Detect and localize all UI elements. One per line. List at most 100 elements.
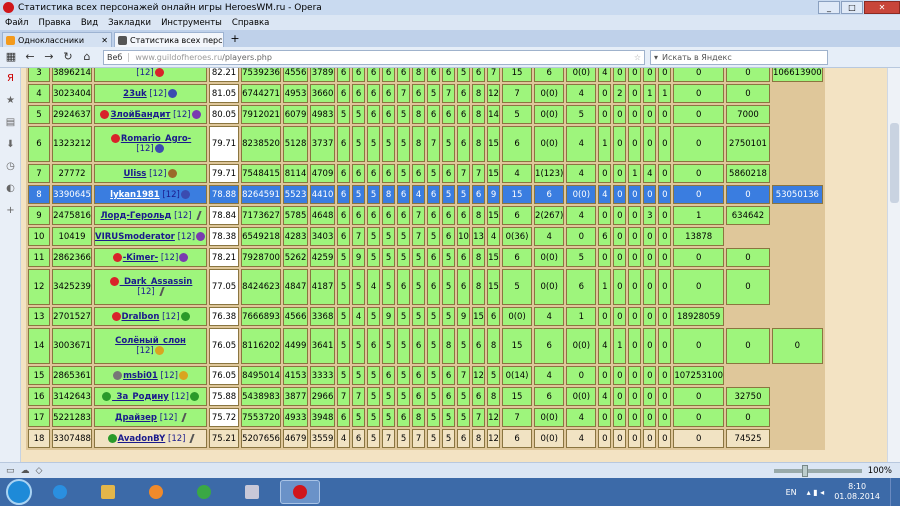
- stat-cell: 6: [352, 429, 366, 448]
- player-nick-link[interactable]: Romario_Agro-: [121, 134, 191, 144]
- stat-cell: 4259: [310, 248, 336, 267]
- status-info-icon[interactable]: ◇: [36, 466, 43, 476]
- language-indicator[interactable]: EN: [786, 488, 797, 497]
- close-button[interactable]: ✕: [864, 1, 900, 14]
- tray-icons[interactable]: ▴ ▮ ◂: [807, 488, 825, 497]
- player-nick-link[interactable]: Uliss: [124, 169, 147, 179]
- score-cell: 78.38: [209, 227, 240, 246]
- zoom-slider-knob[interactable]: [801, 464, 808, 477]
- menu-tools[interactable]: Инструменты: [161, 18, 222, 28]
- internet-explorer-taskbar-icon[interactable]: [40, 480, 80, 504]
- forward-arrow-icon[interactable]: →: [41, 49, 57, 65]
- clock[interactable]: 8:10 01.08.2014: [834, 482, 880, 502]
- stat-cell: 6: [337, 164, 351, 183]
- opera-taskbar-icon[interactable]: [280, 480, 320, 504]
- stat-cell: 5: [442, 307, 456, 326]
- stat-cell: 5785: [283, 206, 309, 225]
- address-bar[interactable]: Веб www.guildofheroes.ru /players.php ☆: [103, 49, 645, 65]
- menu-file[interactable]: Файл: [5, 18, 28, 28]
- player-nick-link[interactable]: Солёный_слон: [115, 336, 186, 346]
- reload-icon[interactable]: ↻: [60, 49, 76, 65]
- speed-dial-icon[interactable]: ▦: [3, 49, 19, 65]
- guild-icon: [102, 391, 112, 401]
- player-id-cell: 3023404: [52, 84, 92, 103]
- maximize-button[interactable]: □: [841, 1, 863, 14]
- media-player-taskbar-icon[interactable]: [136, 480, 176, 504]
- history-icon[interactable]: ◷: [0, 156, 21, 178]
- vertical-scrollbar[interactable]: [887, 68, 900, 462]
- stat-cell: 7: [472, 408, 486, 427]
- player-nick-link[interactable]: 23uk: [123, 89, 147, 99]
- bookmarks-star-icon[interactable]: ★: [0, 90, 21, 112]
- zoom-slider[interactable]: [773, 464, 862, 477]
- stat-cell: 5: [382, 269, 396, 305]
- player-nick-link[interactable]: VIRUSmoderator: [95, 232, 175, 242]
- stat-cell: 4: [566, 126, 597, 162]
- table-row: 17 5221283 Драйзер [12] 75.72 7553720 4933 394…: [28, 408, 823, 427]
- rank-cell: 13: [28, 307, 50, 326]
- add-panel-icon[interactable]: +: [0, 200, 21, 222]
- home-icon[interactable]: ⌂: [79, 49, 95, 65]
- stat-cell: 6: [397, 408, 411, 427]
- stat-cell: 0: [673, 408, 724, 427]
- player-nick-link[interactable]: -Kimer-: [123, 253, 158, 263]
- stat-cell: 7000: [725, 105, 770, 124]
- notes-icon[interactable]: ▤: [0, 112, 21, 134]
- stat-cell: 0(0): [534, 105, 565, 124]
- tab-odnoklassniki[interactable]: Одноклассники ✕: [2, 32, 112, 47]
- panels-icon[interactable]: ◐: [0, 178, 21, 200]
- minimize-button[interactable]: _: [818, 1, 840, 14]
- player-level: [12]: [136, 68, 154, 78]
- menu-help[interactable]: Справка: [232, 18, 269, 28]
- stat-cell: 0: [658, 126, 672, 162]
- menu-bookmarks[interactable]: Закладки: [108, 18, 151, 28]
- stat-cell: 0: [613, 206, 627, 225]
- stat-cell: 0: [643, 185, 657, 204]
- player-nick-link[interactable]: AvadonBY: [118, 434, 166, 444]
- panel-toggle-icon[interactable]: ▭: [6, 466, 15, 476]
- tab-statistics[interactable]: Статистика всех персо... ✕: [114, 32, 224, 47]
- zoom-level[interactable]: 100%: [868, 466, 892, 476]
- stat-cell: 1: [598, 126, 612, 162]
- stat-cell: 6: [442, 105, 456, 124]
- player-nick-link[interactable]: Драйзер: [115, 413, 157, 423]
- faction-icon: [189, 391, 199, 401]
- stat-cell: 7: [337, 387, 351, 406]
- stat-cell: 8: [487, 328, 501, 364]
- stat-cell: 4153: [283, 366, 309, 385]
- player-nick-link[interactable]: msbi01: [123, 371, 158, 381]
- search-engine-icon[interactable]: ▾: [654, 53, 658, 62]
- explorer-taskbar-icon[interactable]: [88, 480, 128, 504]
- calculator-taskbar-icon[interactable]: [232, 480, 272, 504]
- player-nick-link[interactable]: ЗлойБандит: [110, 110, 170, 120]
- player-nick-link[interactable]: _За_Родину: [112, 392, 169, 402]
- stat-cell: 7: [457, 164, 471, 183]
- back-arrow-icon[interactable]: ←: [22, 49, 38, 65]
- stat-cell: 5262: [283, 248, 309, 267]
- stat-cell: 0(0): [534, 269, 565, 305]
- player-nick-link[interactable]: _Dark_Assassin: [120, 277, 193, 287]
- menu-view[interactable]: Вид: [81, 18, 98, 28]
- yandex-icon[interactable]: Я: [0, 68, 21, 90]
- scrollbar-thumb[interactable]: [890, 123, 899, 203]
- player-nick-link[interactable]: Лорд-Герольд: [100, 211, 171, 221]
- stat-cell: 0: [598, 105, 612, 124]
- start-button[interactable]: [6, 479, 32, 505]
- tab-close-icon[interactable]: ✕: [101, 36, 108, 45]
- menu-edit[interactable]: Правка: [38, 18, 70, 28]
- chrome-taskbar-icon[interactable]: [184, 480, 224, 504]
- search-field[interactable]: ▾ Искать в Яндекс: [650, 49, 828, 65]
- show-desktop-button[interactable]: [890, 478, 900, 506]
- downloads-icon[interactable]: ⬇: [0, 134, 21, 156]
- player-nick-link[interactable]: Dralbon: [122, 312, 160, 322]
- new-tab-button[interactable]: +: [228, 32, 242, 46]
- turbo-icon[interactable]: ☁: [21, 466, 30, 476]
- stat-cell: 6: [502, 126, 533, 162]
- player-id-cell: 10419: [52, 227, 92, 246]
- faction-icon: [180, 189, 190, 199]
- player-nick-link[interactable]: lykan1981: [110, 190, 160, 200]
- stat-cell: 5: [397, 248, 411, 267]
- bookmark-star-icon[interactable]: ☆: [634, 53, 641, 62]
- stat-cell: 0: [643, 387, 657, 406]
- stat-cell: 5: [427, 84, 441, 103]
